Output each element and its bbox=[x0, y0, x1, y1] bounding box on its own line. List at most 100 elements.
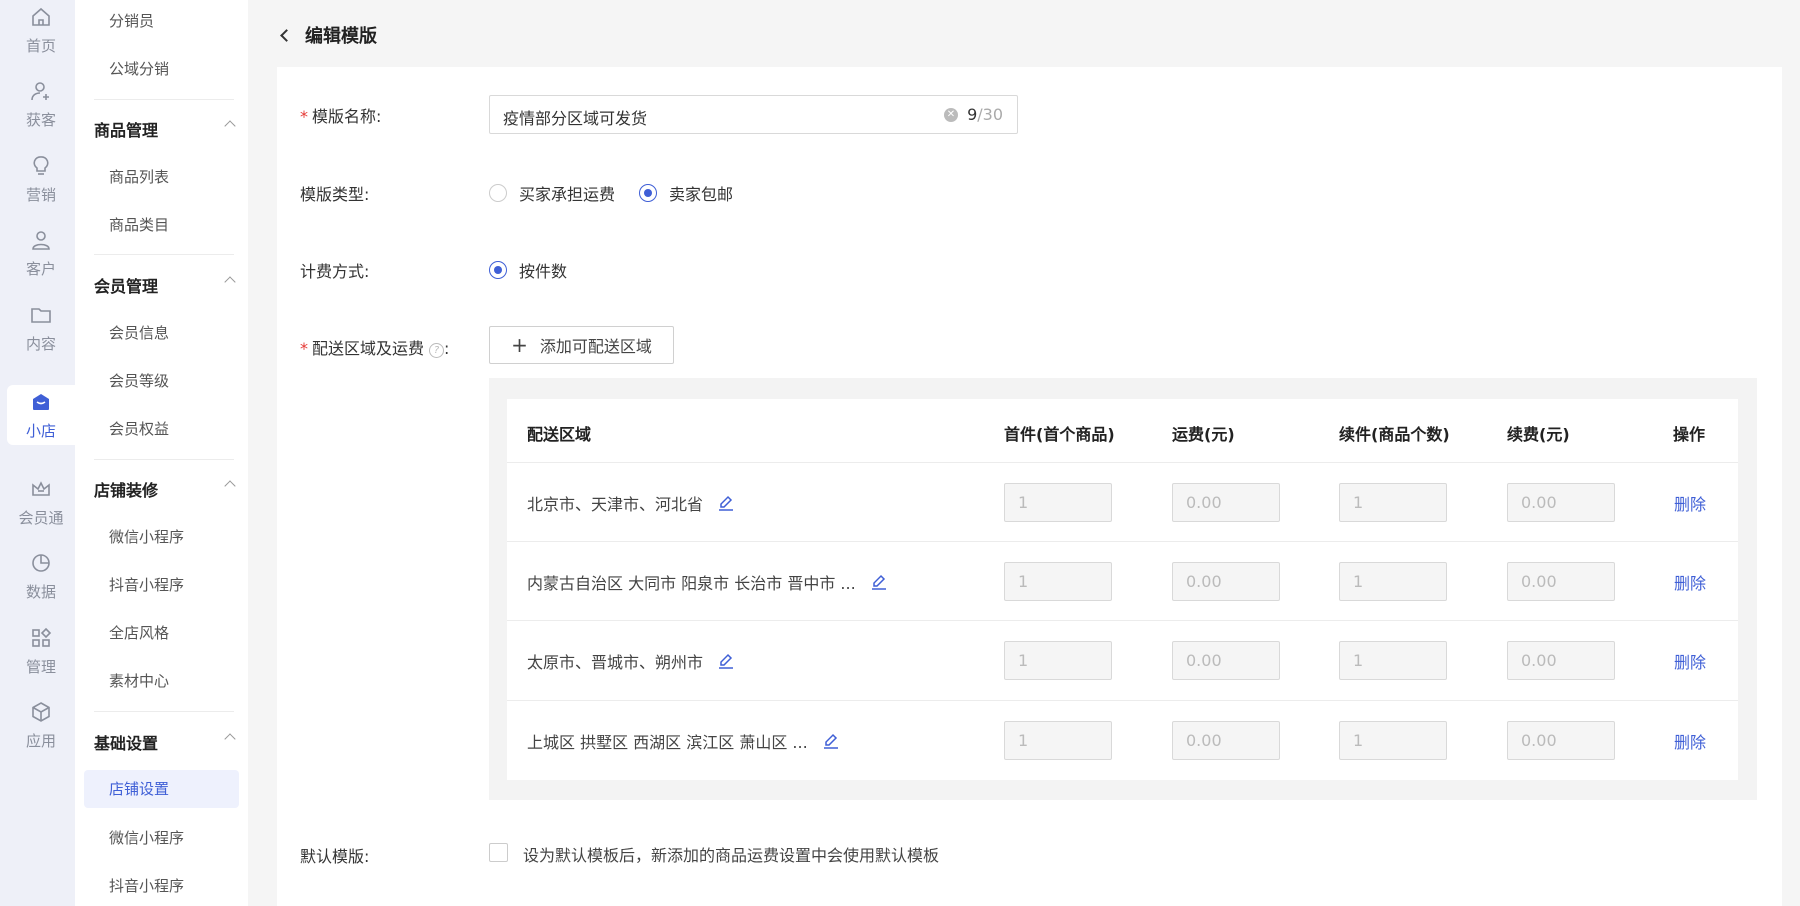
delete-link[interactable]: 删除 bbox=[1674, 570, 1706, 594]
next-fee-input[interactable]: 0.00 bbox=[1507, 483, 1615, 522]
menu-divider bbox=[94, 254, 234, 255]
fee-input[interactable]: 0.00 bbox=[1172, 721, 1280, 760]
next-item-input[interactable]: 1 bbox=[1339, 721, 1447, 760]
fee-input[interactable]: 0.00 bbox=[1172, 562, 1280, 601]
type-label: 模版类型: bbox=[300, 185, 370, 204]
menu-item-douyin-miniprogram-2[interactable]: 抖音小程序 bbox=[109, 875, 184, 896]
apps-icon bbox=[32, 627, 52, 647]
menu-group-decoration[interactable]: 店铺装修 bbox=[94, 477, 236, 501]
rail-item-manage[interactable]: 管理 bbox=[7, 621, 75, 681]
th-first-item: 首件(首个商品) bbox=[1004, 425, 1115, 444]
default-template-text: 设为默认模板后，新添加的商品运费设置中会使用默认模板 bbox=[523, 846, 940, 865]
rail-label: 小店 bbox=[25, 421, 56, 440]
radio-circle bbox=[639, 184, 657, 202]
menu-item-product-category[interactable]: 商品类目 bbox=[109, 214, 169, 235]
next-fee-input[interactable]: 0.00 bbox=[1507, 721, 1615, 760]
rail-label: 首页 bbox=[25, 36, 56, 55]
edit-icon[interactable] bbox=[822, 732, 840, 750]
rail-label: 会员通 bbox=[18, 508, 64, 527]
first-item-input[interactable]: 1 bbox=[1004, 483, 1112, 522]
template-name-value: 疫情部分区域可发货 bbox=[503, 109, 648, 128]
menu-divider bbox=[94, 459, 234, 460]
rail-label: 获客 bbox=[25, 110, 56, 129]
rail-item-home[interactable]: 首页 bbox=[7, 0, 75, 60]
radio-by-piece[interactable]: 按件数 bbox=[489, 258, 567, 282]
th-action: 操作 bbox=[1673, 425, 1706, 444]
rail-label: 数据 bbox=[25, 582, 56, 601]
bulb-icon bbox=[33, 155, 49, 175]
left-rail: 首页 获客 营销 客户 内容 小店 会员通 数据 管理 应用 bbox=[0, 0, 75, 906]
clear-icon[interactable]: ✕ bbox=[944, 108, 958, 122]
rail-item-data[interactable]: 数据 bbox=[7, 546, 75, 606]
menu-group-member[interactable]: 会员管理 bbox=[94, 273, 236, 297]
template-name-input[interactable]: 疫情部分区域可发货 ✕ 9/30 bbox=[489, 95, 1018, 134]
user-add-icon bbox=[31, 81, 49, 100]
menu-item-member-benefits[interactable]: 会员权益 bbox=[109, 418, 169, 439]
default-template-checkbox[interactable] bbox=[489, 843, 508, 862]
folder-icon bbox=[31, 307, 51, 323]
menu-item-wechat-miniprogram-2[interactable]: 微信小程序 bbox=[109, 827, 184, 848]
crown-icon bbox=[32, 480, 50, 496]
radio-circle bbox=[489, 261, 507, 279]
menu-item-douyin-miniprogram[interactable]: 抖音小程序 bbox=[109, 574, 184, 595]
th-region: 配送区域 bbox=[527, 425, 592, 444]
first-item-input[interactable]: 1 bbox=[1004, 641, 1112, 680]
next-item-input[interactable]: 1 bbox=[1339, 562, 1447, 601]
area-label: * 配送区域及运费?: bbox=[300, 339, 450, 358]
menu-item-store-style[interactable]: 全店风格 bbox=[109, 622, 169, 643]
box-icon bbox=[32, 701, 50, 722]
menu-item-material-center[interactable]: 素材中心 bbox=[109, 670, 169, 691]
rail-label: 管理 bbox=[25, 657, 56, 676]
menu-item-wechat-miniprogram[interactable]: 微信小程序 bbox=[109, 526, 184, 547]
region-cell: 北京市、天津市、河北省 bbox=[527, 491, 735, 515]
name-label: * 模版名称: bbox=[300, 107, 382, 126]
back-button[interactable]: 编辑模版 bbox=[278, 22, 377, 48]
menu-item-member-info[interactable]: 会员信息 bbox=[109, 322, 169, 343]
rail-item-content[interactable]: 内容 bbox=[7, 298, 75, 358]
region-cell: 太原市、晋城市、朔州市 bbox=[527, 649, 735, 673]
edit-icon[interactable] bbox=[870, 573, 888, 591]
menu-item-store-settings[interactable]: 店铺设置 bbox=[84, 770, 239, 808]
rail-label: 营销 bbox=[25, 185, 56, 204]
rail-label: 客户 bbox=[25, 259, 56, 278]
rail-item-shop[interactable]: 小店 bbox=[7, 385, 75, 445]
delete-link[interactable]: 删除 bbox=[1674, 729, 1706, 753]
radio-buyer-pays[interactable]: 买家承担运费 bbox=[489, 181, 615, 205]
edit-icon[interactable] bbox=[717, 494, 735, 512]
first-item-input[interactable]: 1 bbox=[1004, 721, 1112, 760]
delete-link[interactable]: 删除 bbox=[1674, 649, 1706, 673]
delete-link[interactable]: 删除 bbox=[1674, 491, 1706, 515]
next-item-input[interactable]: 1 bbox=[1339, 641, 1447, 680]
home-icon bbox=[32, 7, 50, 26]
th-next-fee: 续费(元) bbox=[1507, 425, 1570, 444]
fee-input[interactable]: 0.00 bbox=[1172, 483, 1280, 522]
rail-label: 内容 bbox=[25, 334, 56, 353]
rail-item-customer[interactable]: 客户 bbox=[7, 223, 75, 283]
rail-item-marketing[interactable]: 营销 bbox=[7, 149, 75, 209]
user-icon bbox=[32, 230, 50, 250]
edit-icon[interactable] bbox=[717, 652, 735, 670]
shop-icon bbox=[33, 393, 49, 410]
menu-group-product[interactable]: 商品管理 bbox=[94, 117, 236, 141]
rail-item-membership[interactable]: 会员通 bbox=[7, 472, 75, 532]
next-fee-input[interactable]: 0.00 bbox=[1507, 562, 1615, 601]
add-area-button[interactable]: + 添加可配送区域 bbox=[489, 326, 674, 364]
next-fee-input[interactable]: 0.00 bbox=[1507, 641, 1615, 680]
first-item-input[interactable]: 1 bbox=[1004, 562, 1112, 601]
fee-input[interactable]: 0.00 bbox=[1172, 641, 1280, 680]
rail-item-apps[interactable]: 应用 bbox=[7, 695, 75, 755]
menu-item-distributor[interactable]: 分销员 bbox=[109, 10, 154, 31]
menu-item-public-distribution[interactable]: 公域分销 bbox=[109, 58, 169, 79]
menu-item-product-list[interactable]: 商品列表 bbox=[109, 166, 169, 187]
region-cell: 内蒙古自治区 大同市 阳泉市 长治市 晋中市 ... bbox=[527, 570, 888, 594]
th-fee: 运费(元) bbox=[1172, 425, 1235, 444]
next-item-input[interactable]: 1 bbox=[1339, 483, 1447, 522]
menu-divider bbox=[94, 711, 234, 712]
menu-item-member-level[interactable]: 会员等级 bbox=[109, 370, 169, 391]
secondary-menu: 分销员 公域分销 商品管理 商品列表 商品类目 会员管理 会员信息 会员等级 会… bbox=[75, 0, 248, 906]
rail-item-acquire[interactable]: 获客 bbox=[7, 74, 75, 134]
radio-seller-free-shipping[interactable]: 卖家包邮 bbox=[639, 181, 733, 205]
help-icon[interactable]: ? bbox=[429, 343, 445, 358]
pie-chart-icon bbox=[32, 553, 50, 572]
menu-group-basic-settings[interactable]: 基础设置 bbox=[94, 730, 236, 754]
